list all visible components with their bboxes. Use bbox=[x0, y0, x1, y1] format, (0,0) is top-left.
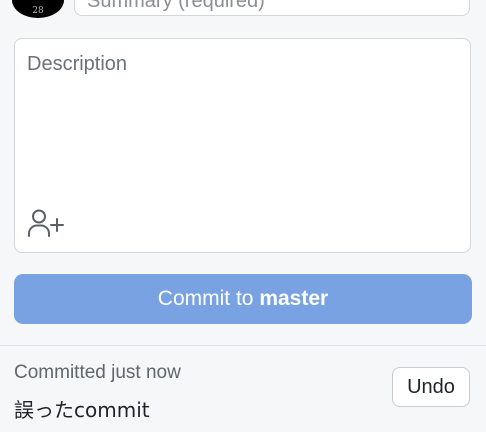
committed-status: Committed just now bbox=[14, 362, 181, 383]
avatar-text: 28 bbox=[32, 6, 44, 16]
last-commit-panel: Committed just now 誤ったcommit Undo bbox=[0, 346, 486, 432]
commit-branch-name: master bbox=[259, 287, 329, 310]
avatar: 28 bbox=[12, 0, 64, 18]
summary-input[interactable] bbox=[74, 0, 470, 16]
add-coauthor-icon[interactable] bbox=[27, 207, 65, 239]
description-box bbox=[14, 38, 471, 253]
description-field[interactable] bbox=[15, 39, 470, 199]
commit-button-prefix: Commit to bbox=[157, 287, 260, 310]
last-commit-message: 誤ったcommit bbox=[14, 398, 150, 422]
commit-button[interactable]: Commit to master bbox=[14, 274, 472, 324]
undo-button[interactable]: Undo bbox=[392, 367, 470, 407]
commit-panel: 28 Commit to master Committed just now 誤… bbox=[0, 0, 486, 432]
